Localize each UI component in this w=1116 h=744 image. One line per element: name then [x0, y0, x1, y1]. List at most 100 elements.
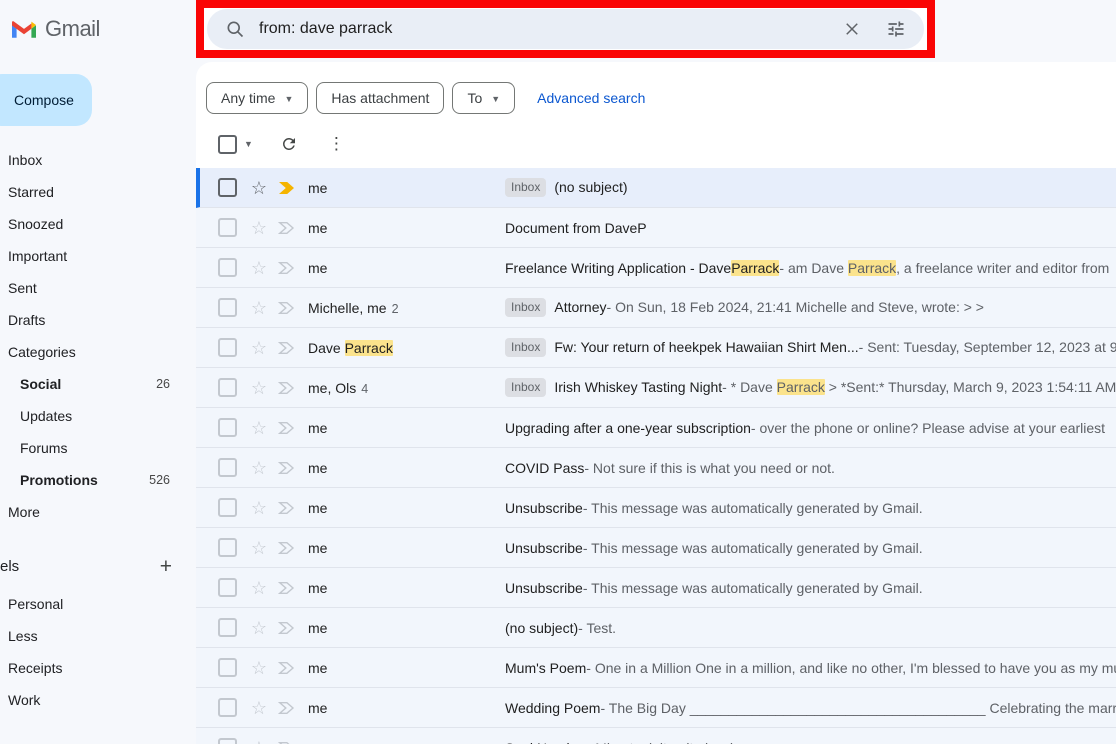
- compose-button[interactable]: Compose: [0, 74, 92, 126]
- add-label-icon[interactable]: +: [160, 556, 172, 577]
- sidebar-item-updates[interactable]: Updates: [0, 400, 196, 432]
- importance-marker-icon[interactable]: [278, 461, 298, 475]
- importance-marker-icon[interactable]: [278, 621, 298, 635]
- email-row[interactable]: ☆meUnsubscribe - This message was automa…: [196, 528, 1116, 568]
- star-icon[interactable]: ☆: [249, 339, 269, 357]
- star-icon[interactable]: ☆: [249, 659, 269, 677]
- tune-filters-icon[interactable]: [884, 17, 908, 41]
- sidebar-item-inbox[interactable]: Inbox: [0, 144, 196, 176]
- row-checkbox[interactable]: [218, 538, 237, 557]
- star-icon[interactable]: ☆: [249, 739, 269, 744]
- email-row[interactable]: ☆meInbox(no subject): [196, 168, 1116, 208]
- star-icon[interactable]: ☆: [249, 539, 269, 557]
- email-row[interactable]: ☆meCOVID Pass - Not sure if this is what…: [196, 448, 1116, 488]
- importance-marker-icon[interactable]: [278, 221, 298, 235]
- filter-chip-has-attachment[interactable]: Has attachment: [316, 82, 444, 114]
- row-checkbox[interactable]: [218, 578, 237, 597]
- email-row[interactable]: ☆me, Ols4InboxIrish Whiskey Tasting Nigh…: [196, 368, 1116, 408]
- sidebar-item-snoozed[interactable]: Snoozed: [0, 208, 196, 240]
- row-checkbox[interactable]: [218, 458, 237, 477]
- email-row[interactable]: ☆meDocument from DaveP: [196, 208, 1116, 248]
- row-checkbox[interactable]: [218, 418, 237, 437]
- text-segment: , a freelance writer and editor from: [896, 260, 1109, 276]
- importance-marker-icon[interactable]: [278, 301, 298, 315]
- importance-marker-icon[interactable]: [278, 581, 298, 595]
- importance-marker-icon[interactable]: [278, 701, 298, 715]
- importance-marker-icon[interactable]: [278, 501, 298, 515]
- row-checkbox[interactable]: [218, 618, 237, 637]
- email-row[interactable]: ☆meSoul Number - Mine took it quite hard…: [196, 728, 1116, 744]
- importance-marker-icon[interactable]: [278, 341, 298, 355]
- email-row[interactable]: ☆meFreelance Writing Application - Dave …: [196, 248, 1116, 288]
- importance-marker-icon[interactable]: [278, 541, 298, 555]
- text-segment: me: [308, 180, 327, 196]
- sidebar-label-receipts[interactable]: Receipts: [0, 652, 196, 684]
- text-segment: me: [308, 580, 327, 596]
- email-row[interactable]: ☆meUpgrading after a one-year subscripti…: [196, 408, 1116, 448]
- sidebar-item-social[interactable]: Social26: [0, 368, 196, 400]
- row-checkbox[interactable]: [218, 258, 237, 277]
- sidebar-item-forums[interactable]: Forums: [0, 432, 196, 464]
- star-icon[interactable]: ☆: [249, 459, 269, 477]
- advanced-search-link[interactable]: Advanced search: [537, 90, 645, 106]
- importance-marker-icon[interactable]: [278, 661, 298, 675]
- sidebar-item-categories[interactable]: Categories: [0, 336, 196, 368]
- sidebar-item-sent[interactable]: Sent: [0, 272, 196, 304]
- sidebar-item-promotions[interactable]: Promotions526: [0, 464, 196, 496]
- sidebar-item-important[interactable]: Important: [0, 240, 196, 272]
- star-icon[interactable]: ☆: [249, 579, 269, 597]
- star-icon[interactable]: ☆: [249, 219, 269, 237]
- filter-chip-any-time[interactable]: Any time▼: [206, 82, 308, 114]
- row-checkbox[interactable]: [218, 218, 237, 237]
- star-icon[interactable]: ☆: [249, 259, 269, 277]
- star-icon[interactable]: ☆: [249, 499, 269, 517]
- importance-marker-icon[interactable]: [278, 421, 298, 435]
- email-subject-snippet: COVID Pass - Not sure if this is what yo…: [505, 460, 1116, 476]
- row-checkbox[interactable]: [218, 498, 237, 517]
- email-row[interactable]: ☆meMum's Poem - One in a Million One in …: [196, 648, 1116, 688]
- email-row[interactable]: ☆meUnsubscribe - This message was automa…: [196, 488, 1116, 528]
- row-checkbox[interactable]: [218, 178, 237, 197]
- search-bar[interactable]: from: dave parrack: [207, 9, 924, 49]
- filter-chip-to[interactable]: To▼: [452, 82, 515, 114]
- labels-list: PersonalLessReceiptsWork: [0, 588, 196, 716]
- star-icon[interactable]: ☆: [249, 179, 269, 197]
- text-segment: me: [308, 700, 327, 716]
- star-icon[interactable]: ☆: [249, 619, 269, 637]
- mail-pane: Any time▼Has attachmentTo▼ Advanced sear…: [196, 62, 1116, 744]
- row-checkbox[interactable]: [218, 338, 237, 357]
- sidebar-label-work[interactable]: Work: [0, 684, 196, 716]
- sidebar-item-starred[interactable]: Starred: [0, 176, 196, 208]
- refresh-icon[interactable]: [280, 135, 298, 153]
- email-row[interactable]: ☆me(no subject) - Test.: [196, 608, 1116, 648]
- search-input[interactable]: from: dave parrack: [259, 20, 828, 38]
- sidebar-item-drafts[interactable]: Drafts: [0, 304, 196, 336]
- importance-marker-icon[interactable]: [278, 381, 298, 395]
- sidebar-label-less[interactable]: Less: [0, 620, 196, 652]
- sidebar-label-personal[interactable]: Personal: [0, 588, 196, 620]
- sidebar-item-label: Drafts: [8, 312, 45, 328]
- select-dropdown-icon[interactable]: ▼: [244, 139, 253, 149]
- row-checkbox[interactable]: [218, 298, 237, 317]
- more-options-icon[interactable]: ⋮: [328, 134, 345, 154]
- row-checkbox[interactable]: [218, 378, 237, 397]
- importance-marker-icon[interactable]: [278, 181, 298, 195]
- sidebar-item-more[interactable]: More: [0, 496, 196, 528]
- row-checkbox[interactable]: [218, 658, 237, 677]
- importance-marker-icon[interactable]: [278, 741, 298, 744]
- email-sender: me: [308, 500, 505, 516]
- star-icon[interactable]: ☆: [249, 299, 269, 317]
- select-all-checkbox[interactable]: [218, 135, 237, 154]
- row-checkbox[interactable]: [218, 698, 237, 717]
- email-row[interactable]: ☆meWedding Poem - The Big Day __________…: [196, 688, 1116, 728]
- star-icon[interactable]: ☆: [249, 419, 269, 437]
- importance-marker-icon[interactable]: [278, 261, 298, 275]
- star-icon[interactable]: ☆: [249, 699, 269, 717]
- clear-search-icon[interactable]: [840, 17, 864, 41]
- star-icon[interactable]: ☆: [249, 379, 269, 397]
- email-row[interactable]: ☆Michelle, me2InboxAttorney - On Sun, 18…: [196, 288, 1116, 328]
- email-row[interactable]: ☆meUnsubscribe - This message was automa…: [196, 568, 1116, 608]
- row-checkbox[interactable]: [218, 738, 237, 744]
- email-row[interactable]: ☆Dave ParrackInboxFw: Your return of hee…: [196, 328, 1116, 368]
- gmail-logo[interactable]: Gmail: [12, 16, 100, 42]
